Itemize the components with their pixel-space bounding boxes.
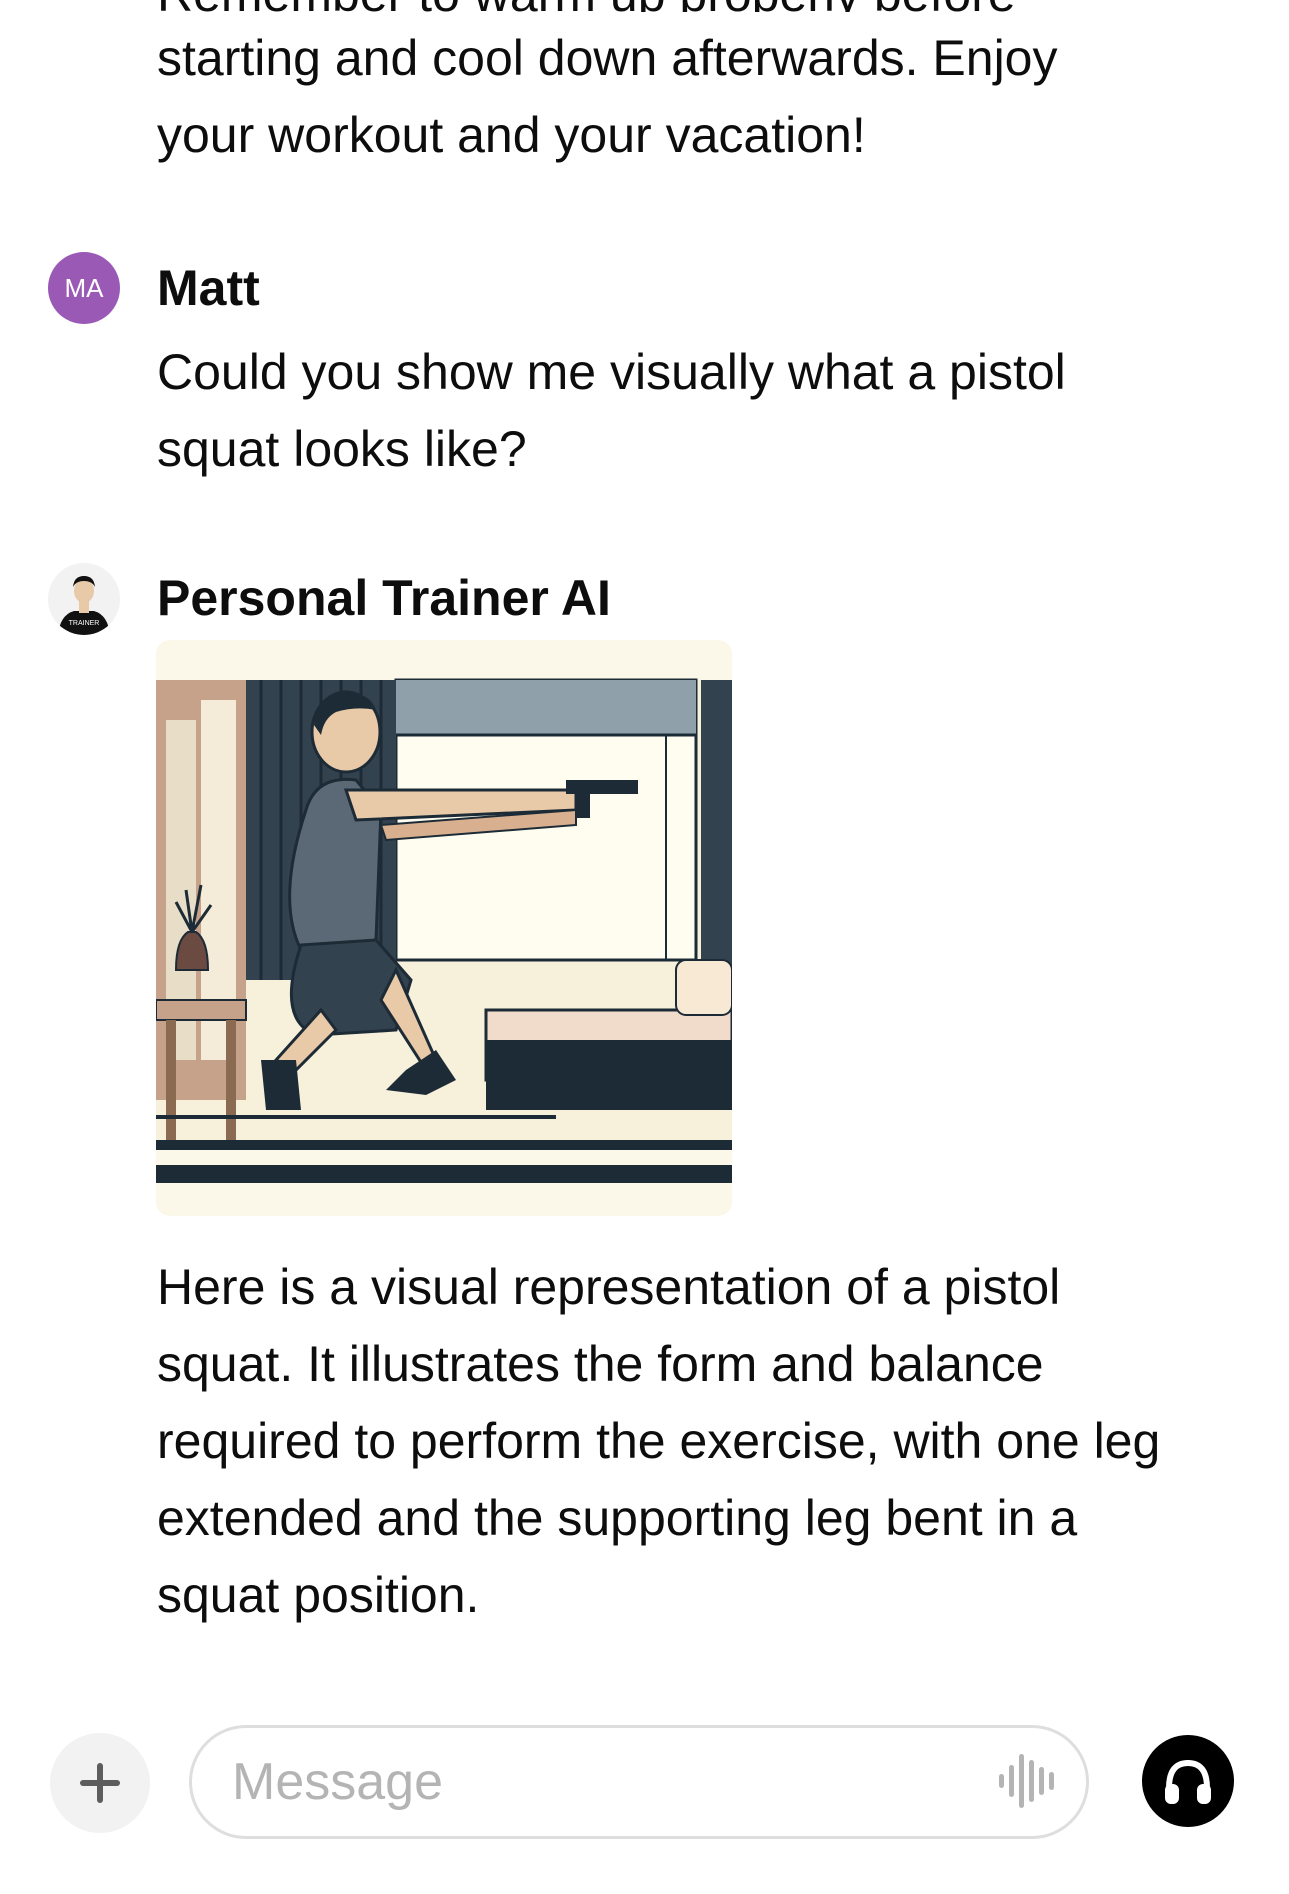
user-author-name: Matt [157, 260, 260, 316]
headphones-icon [1165, 1759, 1211, 1804]
user-message-text: Could you show me visually what a pistol… [157, 344, 1066, 477]
voice-mode-button[interactable] [1142, 1735, 1234, 1827]
assistant-avatar: TRAINER [48, 563, 120, 635]
attach-button[interactable] [50, 1733, 150, 1833]
message-input[interactable] [189, 1725, 1089, 1839]
generated-image[interactable] [156, 640, 732, 1216]
pistol-squat-illustration [156, 640, 732, 1216]
assistant-author-name: Personal Trainer AI [157, 570, 611, 626]
assistant-message-text: Here is a visual representation of a pis… [157, 1259, 1161, 1623]
user-avatar: MA [48, 252, 120, 324]
voice-input-button[interactable] [995, 1748, 1061, 1814]
trainer-shirt-text: TRAINER [69, 620, 100, 627]
previous-message-cut-line: Remember to warm up properly before [157, 0, 1217, 12]
waveform-icon [999, 1754, 1054, 1808]
previous-message-text: starting and cool down afterwards. Enjoy… [157, 30, 1058, 163]
plus-icon [80, 1763, 120, 1803]
user-avatar-initials: MA [64, 272, 104, 303]
trainer-avatar-icon: TRAINER [48, 563, 120, 635]
